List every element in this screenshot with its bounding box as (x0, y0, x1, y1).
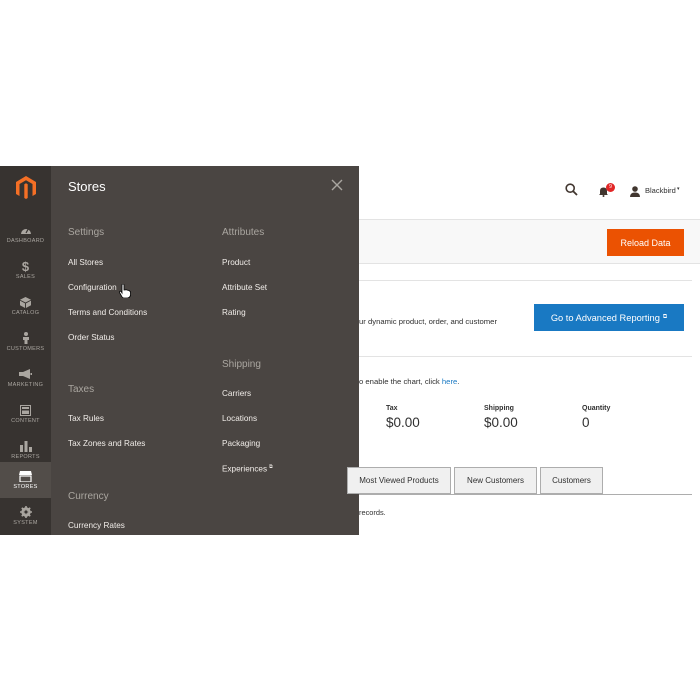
menu-attribute-set[interactable]: Attribute Set (222, 283, 267, 292)
stat-label: Tax (386, 405, 398, 412)
tabs-divider (359, 494, 692, 495)
records-note: records. (359, 508, 386, 517)
nav-stores-label: STORES (13, 484, 38, 490)
cube-icon (19, 296, 33, 308)
nav-sales[interactable]: $ SALES (0, 252, 51, 288)
nav-catalog[interactable]: CATALOG (0, 288, 51, 324)
advanced-button-label: Go to Advanced Reporting (550, 312, 660, 323)
store-icon (19, 470, 33, 482)
page-actions-bar: Reload Data (359, 219, 700, 264)
taxes-heading: Taxes (68, 384, 95, 395)
nav-reports-label: REPORTS (11, 454, 40, 460)
notification-count-badge: 9 (606, 183, 615, 192)
stat-value: $0.00 (386, 415, 420, 430)
menu-configuration[interactable]: Configuration (68, 283, 117, 292)
external-link-icon: ⧉ (662, 314, 668, 320)
stat-value: $0.00 (484, 415, 518, 430)
menu-carriers[interactable]: Carriers (222, 389, 251, 398)
nav-sales-label: SALES (15, 274, 36, 280)
megaphone-icon (19, 368, 33, 380)
chevron-down-icon[interactable]: ▾ (677, 186, 680, 192)
nav-system[interactable]: SYSTEM (0, 498, 51, 534)
user-name[interactable]: Blackbird (645, 186, 676, 195)
nav-system-label: SYSTEM (13, 520, 38, 526)
stat-shipping: Shipping $0.00 (484, 405, 518, 430)
currency-heading: Currency (68, 491, 109, 502)
dashboard-gauge-icon (19, 224, 33, 236)
settings-heading: Settings (68, 227, 105, 238)
stat-quantity: Quantity 0 (582, 405, 610, 430)
enable-chart-link[interactable]: here (442, 377, 457, 386)
admin-sidebar: DASHBOARD $ SALES CATALOG CUSTOMERS MARK… (0, 166, 51, 535)
tab-most-viewed-products[interactable]: Most Viewed Products (347, 467, 451, 494)
reload-data-button[interactable]: Reload Data (607, 229, 684, 256)
nav-content-label: CONTENT (11, 418, 40, 424)
go-to-advanced-reporting-button[interactable]: Go to Advanced Reporting ⧉ (534, 304, 684, 331)
nav-content[interactable]: CONTENT (0, 396, 51, 432)
close-icon[interactable] (330, 178, 344, 192)
stat-label: Quantity (582, 405, 611, 412)
menu-tax-zones-and-rates[interactable]: Tax Zones and Rates (68, 439, 145, 448)
nav-stores[interactable]: STORES (0, 462, 51, 498)
nav-customers[interactable]: CUSTOMERS (0, 324, 51, 360)
menu-rating[interactable]: Rating (222, 308, 246, 317)
gear-icon (19, 506, 33, 518)
attributes-heading: Attributes (222, 227, 265, 238)
flyout-title: Stores (68, 179, 106, 194)
external-link-icon: ⧉ (269, 464, 273, 470)
menu-packaging[interactable]: Packaging (222, 439, 260, 448)
shipping-heading: Shipping (222, 359, 261, 370)
tab-customers[interactable]: Customers (540, 467, 603, 494)
stat-label: Shipping (484, 405, 514, 412)
main-content: 9 Blackbird ▾ Reload Data ur dynamic pro… (347, 166, 700, 535)
advanced-reporting-panel: ur dynamic product, order, and customer … (359, 280, 692, 357)
advanced-reporting-text: ur dynamic product, order, and customer (359, 317, 498, 326)
menu-experiences-label: Experiences (222, 464, 268, 474)
menu-tax-rules[interactable]: Tax Rules (68, 414, 104, 423)
tab-new-customers[interactable]: New Customers (454, 467, 537, 494)
nav-marketing-label: MARKETING (7, 382, 44, 388)
nav-customers-label: CUSTOMERS (6, 346, 45, 352)
menu-experiences[interactable]: Experiences ⧉ (222, 464, 273, 474)
menu-product[interactable]: Product (222, 258, 250, 267)
nav-marketing[interactable]: MARKETING (0, 360, 51, 396)
bar-chart-icon (19, 440, 33, 452)
person-icon (19, 332, 33, 344)
chart-disabled-note: o enable the chart, click here. (359, 377, 459, 386)
menu-terms-and-conditions[interactable]: Terms and Conditions (68, 308, 147, 317)
nav-dashboard-label: DASHBOARD (6, 238, 45, 244)
dollar-icon: $ (21, 258, 30, 274)
user-icon[interactable] (630, 184, 640, 202)
menu-locations[interactable]: Locations (222, 414, 257, 423)
menu-currency-rates[interactable]: Currency Rates (68, 521, 125, 530)
magento-logo-icon[interactable] (0, 166, 51, 209)
chart-note-text: o enable the chart, click (359, 377, 442, 386)
search-icon[interactable] (565, 183, 578, 201)
layout-icon (19, 404, 33, 416)
nav-catalog-label: CATALOG (11, 310, 40, 316)
admin-window: DASHBOARD $ SALES CATALOG CUSTOMERS MARK… (0, 166, 700, 535)
menu-all-stores[interactable]: All Stores (68, 258, 103, 267)
menu-order-status[interactable]: Order Status (68, 333, 114, 342)
hand-cursor-icon (119, 283, 131, 303)
chart-note-suffix: . (457, 377, 460, 386)
stores-flyout-menu: Stores Settings All Stores Configuration… (51, 166, 359, 535)
nav-dashboard[interactable]: DASHBOARD (0, 216, 51, 252)
stat-tax: Tax $0.00 (386, 405, 420, 430)
stat-value: 0 (582, 415, 590, 430)
